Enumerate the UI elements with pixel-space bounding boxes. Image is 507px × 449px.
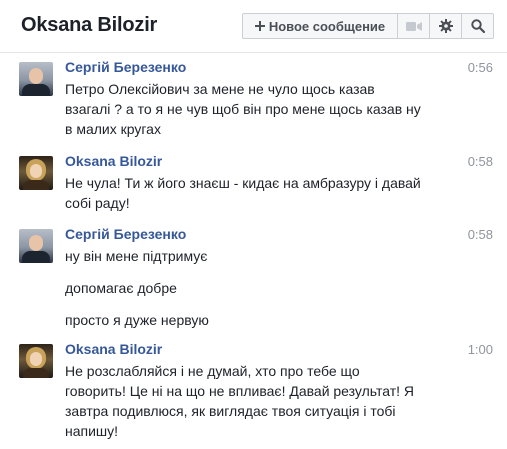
- conversation-title[interactable]: Oksana Bilozir: [21, 14, 157, 37]
- video-camera-icon: [405, 21, 422, 31]
- plus-icon: [254, 21, 265, 31]
- message-line: завтра подивлюся, як виглядає твоя ситуа…: [65, 403, 396, 419]
- gear-icon: [438, 19, 453, 33]
- message-text: ну він мене підтримує допомагає добре пр…: [65, 246, 437, 330]
- sender-name[interactable]: Oksana Bilozir: [65, 341, 162, 357]
- search-button[interactable]: [461, 13, 494, 39]
- message-text: Не чула! Ти ж його знаєш - кидає на амбр…: [65, 173, 437, 213]
- message-line: в малих кругах: [65, 121, 161, 137]
- search-icon: [470, 19, 485, 33]
- video-call-button[interactable]: [397, 13, 430, 39]
- message-line: собі раду!: [65, 195, 130, 211]
- message-timestamp: 0:58: [467, 154, 493, 169]
- header-divider: [0, 52, 507, 53]
- message-line: просто я дуже нервую: [65, 312, 209, 328]
- message-text: Петро Олексійович за мене не чуло щось к…: [65, 79, 437, 139]
- message-line: говорить! Це ні на що не впливає! Давай …: [65, 383, 415, 399]
- conversation-header: Oksana Bilozir Новое сообщение: [0, 0, 507, 52]
- message-timestamp: 1:00: [467, 342, 493, 357]
- settings-button[interactable]: [429, 13, 462, 39]
- message-timestamp: 0:58: [467, 227, 493, 242]
- avatar[interactable]: [19, 344, 53, 378]
- message-line: Петро Олексійович за мене не чуло щось к…: [65, 81, 375, 97]
- message-line: Не чула! Ти ж його знаєш - кидає на амбр…: [65, 175, 421, 191]
- avatar[interactable]: [19, 156, 53, 190]
- avatar[interactable]: [19, 62, 53, 96]
- message-line: напишу!: [65, 423, 119, 439]
- message-timestamp: 0:56: [467, 60, 493, 75]
- sender-name[interactable]: Сергій Березенко: [65, 226, 186, 242]
- new-message-label: Новое сообщение: [268, 18, 386, 34]
- message-line: допомагає добре: [65, 280, 177, 296]
- conversation-toolbar: Новое сообщение: [242, 13, 494, 39]
- message-text: Не розслабляйся і не думай, хто про тебе…: [65, 361, 437, 441]
- sender-name[interactable]: Oksana Bilozir: [65, 153, 162, 169]
- sender-name[interactable]: Сергій Березенко: [65, 59, 186, 75]
- message-line: взагалі ? а то я не чув щоб він про мене…: [65, 101, 421, 117]
- new-message-button[interactable]: Новое сообщение: [242, 13, 398, 39]
- avatar[interactable]: [19, 229, 53, 263]
- message-line: Не розслабляйся і не думай, хто про тебе…: [65, 363, 360, 379]
- message-line: ну він мене підтримує: [65, 248, 208, 264]
